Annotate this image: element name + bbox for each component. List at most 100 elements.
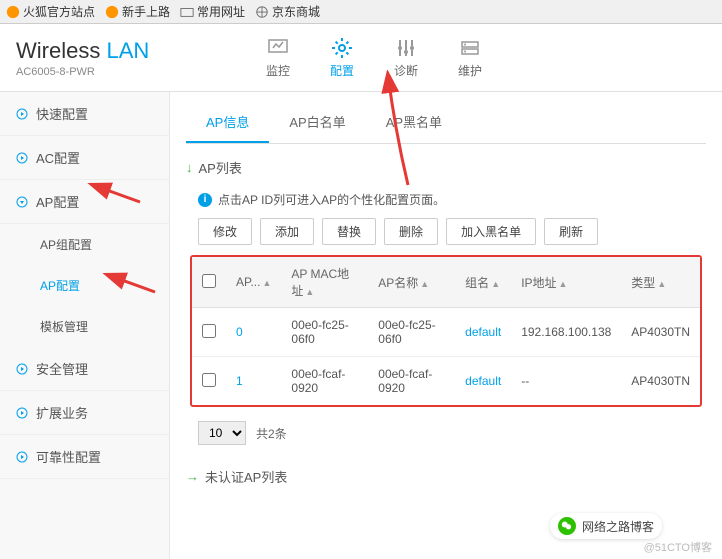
blacklist-button[interactable]: 加入黑名单 [446,218,536,245]
sidebar-label: 可靠性配置 [36,447,101,466]
sort-icon: ▲ [420,279,429,289]
group-link[interactable]: default [465,325,501,339]
firefox-icon [6,5,20,19]
col-type[interactable]: 类型▲ [621,257,700,308]
bookmark-jd[interactable]: 京东商城 [255,3,320,20]
table-row: 1 00e0-fcaf-0920 00e0-fcaf-0920 default … [192,357,700,406]
col-group[interactable]: 组名▲ [455,257,511,308]
right-arrow-icon: → [186,469,199,484]
app-header: Wireless LAN AC6005-8-PWR 监控 配置 诊断 维护 [0,24,722,92]
sort-icon: ▲ [559,279,568,289]
folder-icon [180,5,194,19]
topnav-label: 监控 [266,62,290,79]
watermark: @51CTO博客 [644,539,712,555]
down-arrow-icon: ↓ [186,160,193,175]
row-checkbox[interactable] [202,324,216,338]
content-area: AP信息 AP白名单 AP黑名单 ↓AP列表 i点击AP ID列可进入AP的个性… [170,92,722,559]
topnav-maintain[interactable]: 维护 [448,32,492,83]
brand-subtitle: AC6005-8-PWR [16,66,196,78]
sidebar-item-extend[interactable]: 扩展业务 [0,391,169,435]
bookmark-label: 火狐官方站点 [23,3,95,20]
cell-ip: -- [511,357,621,406]
page-size-select[interactable]: 10 [198,421,246,445]
sidebar: 快速配置 AC配置 AP配置 AP组配置 AP配置 模板管理 安全管理 扩展业务… [0,92,170,559]
topnav-label: 诊断 [394,62,418,79]
ap-id-link[interactable]: 0 [236,325,243,339]
bookmark-common[interactable]: 常用网址 [180,3,245,20]
col-mac[interactable]: AP MAC地址▲ [281,257,368,308]
sidebar-label: AP配置 [36,192,79,211]
bookmark-firefox[interactable]: 火狐官方站点 [6,3,95,20]
tab-ap-whitelist[interactable]: AP白名单 [269,102,365,143]
play-icon [16,407,28,419]
sidebar-sub-template[interactable]: 模板管理 [0,306,169,347]
col-name[interactable]: AP名称▲ [368,257,455,308]
col-ap-id[interactable]: AP...▲ [226,257,281,308]
section-ap-list: ↓AP列表 [186,158,706,177]
firefox-icon [105,5,119,19]
pager-total: 共2条 [256,425,287,442]
ap-id-link[interactable]: 1 [236,374,243,388]
replace-button[interactable]: 替换 [322,218,376,245]
play-icon [16,108,28,120]
sort-icon: ▲ [262,278,271,288]
sidebar-label: 模板管理 [40,318,88,335]
play-icon [16,363,28,375]
sidebar-item-quick-config[interactable]: 快速配置 [0,92,169,136]
pager: 10 共2条 [198,421,706,445]
bookmarks-bar: 火狐官方站点 新手上路 常用网址 京东商城 [0,0,722,24]
play-down-icon [16,196,28,208]
globe-icon [255,5,269,19]
bookmark-newbie[interactable]: 新手上路 [105,3,170,20]
sidebar-label: AP组配置 [40,236,92,253]
sidebar-item-ap-config[interactable]: AP配置 [0,180,169,224]
sidebar-label: 快速配置 [36,104,88,123]
tab-ap-blacklist[interactable]: AP黑名单 [366,102,462,143]
play-icon [16,451,28,463]
ap-table: AP...▲ AP MAC地址▲ AP名称▲ 组名▲ IP地址▲ 类型▲ 0 0… [192,257,700,405]
cell-mac: 00e0-fc25-06f0 [281,308,368,357]
brand-title: Wireless LAN [16,38,196,64]
col-ip[interactable]: IP地址▲ [511,257,621,308]
sidebar-sub-ap-group[interactable]: AP组配置 [0,224,169,265]
topnav-diagnose[interactable]: 诊断 [384,32,428,83]
sidebar-sub-ap-config[interactable]: AP配置 [0,265,169,306]
tab-ap-info[interactable]: AP信息 [186,102,269,143]
topnav-config[interactable]: 配置 [320,32,364,83]
cell-name: 00e0-fc25-06f0 [368,308,455,357]
cell-type: AP4030TN [621,308,700,357]
delete-button[interactable]: 删除 [384,218,438,245]
table-header-row: AP...▲ AP MAC地址▲ AP名称▲ 组名▲ IP地址▲ 类型▲ [192,257,700,308]
bookmark-label: 新手上路 [122,3,170,20]
sidebar-label: AC配置 [36,148,80,167]
config-icon [330,36,354,60]
refresh-button[interactable]: 刷新 [544,218,598,245]
ap-table-highlight: AP...▲ AP MAC地址▲ AP名称▲ 组名▲ IP地址▲ 类型▲ 0 0… [190,255,702,407]
cell-ip: 192.168.100.138 [511,308,621,357]
cell-type: AP4030TN [621,357,700,406]
sidebar-label: 安全管理 [36,359,88,378]
topnav-monitor[interactable]: 监控 [256,32,300,83]
col-check[interactable] [192,257,226,308]
wechat-badge: 网络之路博客 [550,513,662,539]
sort-icon: ▲ [491,279,500,289]
modify-button[interactable]: 修改 [198,218,252,245]
bookmark-label: 京东商城 [272,3,320,20]
select-all-checkbox[interactable] [202,274,216,288]
sidebar-item-ac-config[interactable]: AC配置 [0,136,169,180]
play-icon [16,152,28,164]
cell-mac: 00e0-fcaf-0920 [281,357,368,406]
bookmark-label: 常用网址 [197,3,245,20]
sidebar-item-reliability[interactable]: 可靠性配置 [0,435,169,479]
add-button[interactable]: 添加 [260,218,314,245]
info-icon: i [198,193,212,207]
section-unauth-ap: →未认证AP列表 [186,467,706,486]
maintain-icon [458,36,482,60]
sidebar-item-security[interactable]: 安全管理 [0,347,169,391]
row-checkbox[interactable] [202,373,216,387]
cell-name: 00e0-fcaf-0920 [368,357,455,406]
group-link[interactable]: default [465,374,501,388]
table-row: 0 00e0-fc25-06f0 00e0-fc25-06f0 default … [192,308,700,357]
top-nav: 监控 配置 诊断 维护 [256,32,492,83]
toolbar: 修改 添加 替换 删除 加入黑名单 刷新 [198,218,706,245]
